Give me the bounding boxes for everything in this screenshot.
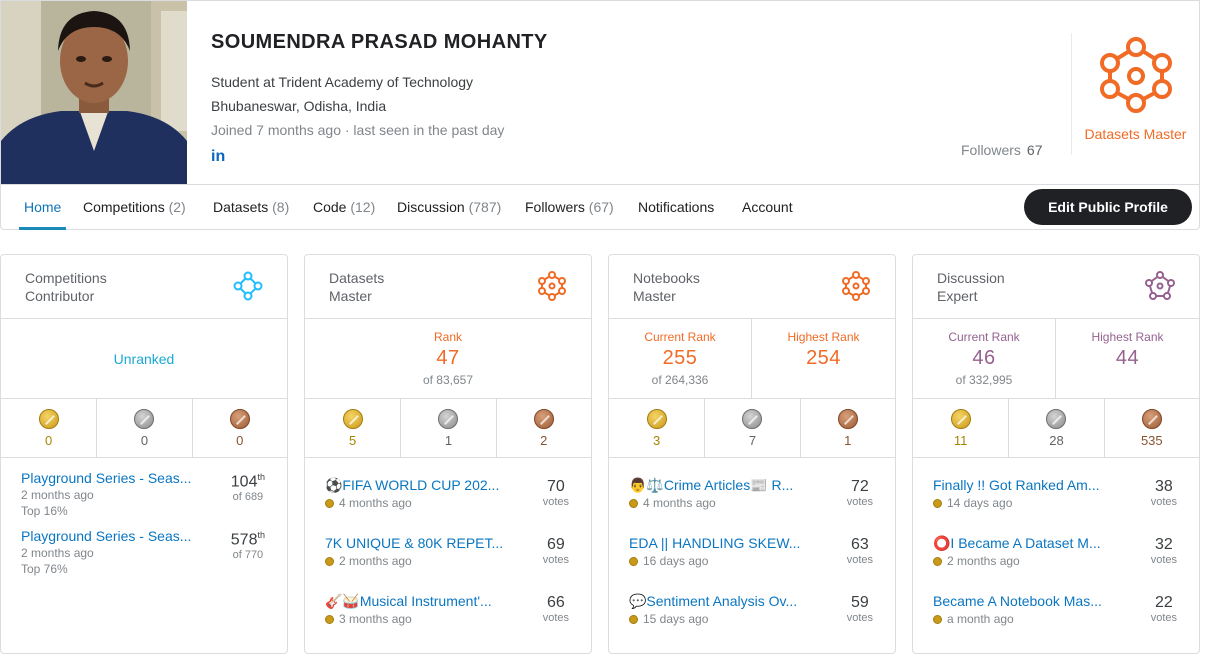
current-rank-value: 255 [662, 347, 698, 369]
tab-code[interactable]: Code (12) [313, 185, 375, 229]
gold-medal-icon [933, 557, 942, 566]
gold-medal: 5 [305, 399, 400, 457]
bronze-medal-icon [533, 409, 554, 429]
datasets-master-icon [538, 271, 566, 301]
profile-header: SOUMENDRA PRASAD MOHANTY Student at Trid… [0, 0, 1200, 230]
profile-tabs: Home Competitions (2) Datasets (8) Code … [1, 184, 1199, 230]
discussion-card: Discussion Expert Current Rank 46 of 332,… [912, 254, 1200, 654]
notebooks-card: Notebooks Master Current Rank 255 of 264,… [608, 254, 896, 654]
tier-badge: Datasets Master [1071, 33, 1199, 155]
highest-rank-label: Highest Rank [787, 330, 860, 344]
tab-followers[interactable]: Followers (67) [525, 185, 614, 229]
current-rank-label: Current Rank [644, 330, 716, 344]
tab-account[interactable]: Account [742, 185, 793, 229]
gold-medal-icon [325, 557, 334, 566]
gold-medal-icon [342, 409, 363, 429]
tab-datasets[interactable]: Datasets (8) [213, 185, 289, 229]
joined-text: Joined 7 months ago · last seen in the p… [211, 122, 505, 138]
bronze-medal-icon [1141, 409, 1162, 429]
card-title: Notebooks Master [633, 270, 700, 304]
followers-value: 67 [1026, 142, 1043, 158]
list-item[interactable]: 🎸🥁Musical Instrument'... 3 months ago 66… [305, 574, 591, 632]
bronze-medal-icon [837, 409, 858, 429]
gold-medal: 11 [913, 399, 1008, 457]
notebooks-master-icon [842, 271, 870, 301]
gold-medal-icon [646, 409, 667, 429]
silver-medal: 1 [400, 399, 495, 457]
datasets-card: Datasets Master Rank 47 of 83,657 5 1 2 ⚽… [304, 254, 592, 654]
list-item[interactable]: 💬Sentiment Analysis Ov... 15 days ago 59… [609, 574, 895, 632]
bronze-medal: 1 [799, 399, 895, 457]
card-title: Competitions Contributor [25, 270, 107, 304]
tab-home[interactable]: Home [18, 185, 67, 230]
gold-medal-icon [629, 615, 638, 624]
list-item[interactable]: EDA || HANDLING SKEW... 16 days ago 63 vo… [609, 516, 895, 574]
gold-medal-icon [38, 409, 59, 429]
highest-rank-value: 44 [1115, 347, 1140, 369]
medal-counts: 5 1 2 [305, 399, 591, 458]
avatar[interactable] [1, 1, 187, 185]
followers-label: Followers [961, 142, 1021, 158]
rank-of: of 332,995 [955, 373, 1013, 387]
medal-counts: 0 0 0 [1, 399, 287, 458]
gold-medal: 0 [1, 399, 96, 457]
profile-info: SOUMENDRA PRASAD MOHANTY Student at Trid… [211, 31, 548, 166]
list-item[interactable]: Finally !! Got Ranked Am... 14 days ago … [913, 458, 1199, 516]
silver-medal-icon [742, 409, 763, 429]
gold-medal: 3 [609, 399, 704, 457]
rank-value: 47 [436, 347, 460, 369]
linkedin-icon[interactable]: in [211, 148, 225, 166]
current-rank-value: 46 [972, 347, 996, 369]
silver-medal-icon [438, 409, 459, 429]
rank-of: of 264,336 [651, 373, 709, 387]
silver-medal-icon [134, 409, 155, 429]
list-item[interactable]: 7K UNIQUE & 80K REPET... 2 months ago 69… [305, 516, 591, 574]
tier-name: Datasets Master [1084, 126, 1187, 142]
bronze-medal: 0 [191, 399, 287, 457]
list-item[interactable]: ⚽FIFA WORLD CUP 202... 4 months ago 70 vo… [305, 458, 591, 516]
occupation: Student at Trident Academy of Technology [211, 74, 474, 90]
datasets-master-icon [1099, 37, 1172, 113]
tab-discussion[interactable]: Discussion (787) [397, 185, 501, 229]
discussion-expert-icon [1145, 271, 1175, 300]
unranked-label: Unranked [113, 351, 175, 367]
followers-count[interactable]: Followers 67 [961, 142, 1042, 158]
silver-medal: 0 [96, 399, 191, 457]
current-rank-label: Current Rank [948, 330, 1020, 344]
list-item[interactable]: Playground Series - Seas... 2 months ago… [1, 516, 287, 576]
tab-competitions[interactable]: Competitions (2) [83, 185, 186, 229]
card-title: Datasets Master [329, 270, 385, 304]
list-item[interactable]: ⭕I Became A Dataset M... 2 months ago 32… [913, 516, 1199, 574]
card-title: Discussion Expert [937, 270, 1005, 304]
gold-medal-icon [325, 499, 334, 508]
list-item[interactable]: 👨⚖️Crime Articles📰 R... 4 months ago 72 v… [609, 458, 895, 516]
medal-counts: 3 7 1 [609, 399, 895, 458]
competitions-card: Competitions Contributor Unranked 0 0 0 P… [0, 254, 288, 654]
silver-medal-icon [1046, 409, 1067, 429]
bronze-medal: 535 [1103, 399, 1199, 457]
gold-medal-icon [629, 557, 638, 566]
list-item[interactable]: Playground Series - Seas... 2 months ago… [1, 458, 287, 518]
tab-notifications[interactable]: Notifications [638, 185, 714, 229]
silver-medal: 28 [1008, 399, 1103, 457]
medal-counts: 11 28 535 [913, 399, 1199, 458]
competitions-contributor-icon [233, 271, 263, 301]
rank-label: Rank [433, 330, 462, 344]
gold-medal-icon [933, 615, 942, 624]
profile-name: SOUMENDRA PRASAD MOHANTY [211, 31, 548, 53]
highest-rank-label: Highest Rank [1091, 330, 1164, 344]
bronze-medal: 2 [495, 399, 591, 457]
rank-of: of 83,657 [422, 373, 474, 387]
edit-public-profile-button[interactable]: Edit Public Profile [1024, 189, 1192, 225]
gold-medal-icon [629, 499, 638, 508]
gold-medal-icon [933, 499, 942, 508]
list-item[interactable]: Became A Notebook Mas... a month ago 22 v… [913, 574, 1199, 632]
silver-medal: 7 [704, 399, 799, 457]
gold-medal-icon [325, 615, 334, 624]
location: Bhubaneswar, Odisha, India [211, 98, 387, 114]
bronze-medal-icon [229, 409, 250, 429]
gold-medal-icon [950, 409, 971, 429]
highest-rank-value: 254 [806, 347, 841, 369]
